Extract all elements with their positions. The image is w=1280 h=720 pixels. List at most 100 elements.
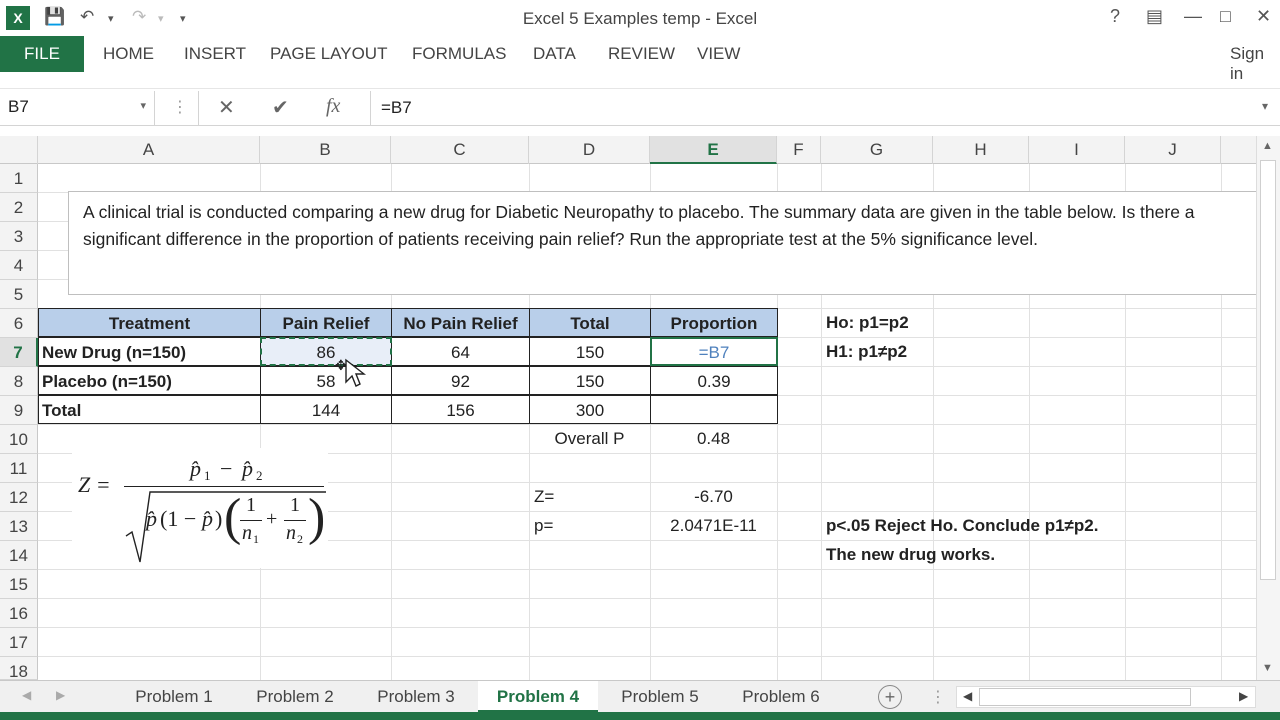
col-header-i[interactable]: I <box>1029 136 1125 164</box>
row-header[interactable]: 4 <box>0 251 38 280</box>
conclusion-line-1[interactable]: p<.05 Reject Ho. Conclude p1≠p2. <box>826 511 1098 540</box>
col-header-g[interactable]: G <box>821 136 933 164</box>
sheet-prev-icon[interactable]: ◀ <box>22 688 31 702</box>
col-header-c[interactable]: C <box>391 136 529 164</box>
insert-function-icon[interactable]: fx <box>326 95 340 118</box>
chevron-down-icon[interactable]: ▾ <box>140 99 146 112</box>
p-value[interactable]: 2.0471E-11 <box>650 511 777 540</box>
expand-formula-icon[interactable]: ▾ <box>1262 99 1268 113</box>
sheet-tab-problem-2[interactable]: Problem 2 <box>236 681 354 713</box>
col-header-e[interactable]: E <box>650 136 777 164</box>
scroll-right-icon[interactable]: ▶ <box>1239 689 1248 703</box>
vertical-scrollbar[interactable]: ▲ ▼ <box>1256 136 1280 680</box>
row-header[interactable]: 7 <box>0 338 38 367</box>
row-header[interactable]: 2 <box>0 193 38 222</box>
table-cell[interactable]: 150 <box>529 337 651 366</box>
col-header-h[interactable]: H <box>933 136 1029 164</box>
row-header[interactable]: 17 <box>0 628 38 657</box>
row-header[interactable]: 6 <box>0 309 38 338</box>
tab-split-handle-icon[interactable]: ⋮ <box>930 687 946 707</box>
z-value[interactable]: -6.70 <box>650 482 777 511</box>
row-header[interactable]: 11 <box>0 454 38 483</box>
sign-in-link[interactable]: Sign in <box>1230 44 1280 84</box>
minimize-icon[interactable]: — <box>1184 6 1202 27</box>
tab-file[interactable]: FILE <box>0 36 84 72</box>
tab-home[interactable]: HOME <box>103 44 154 64</box>
row-header[interactable]: 18 <box>0 657 38 680</box>
problem-text-box[interactable]: A clinical trial is conducted comparing … <box>68 191 1256 295</box>
maximize-icon[interactable]: □ <box>1220 6 1231 27</box>
row-header[interactable]: 14 <box>0 541 38 570</box>
col-header-b[interactable]: B <box>260 136 391 164</box>
tab-page-layout[interactable]: PAGE LAYOUT <box>270 44 387 64</box>
row-header[interactable]: 15 <box>0 570 38 599</box>
table-header-proportion[interactable]: Proportion <box>650 308 778 337</box>
row-header[interactable]: 16 <box>0 599 38 628</box>
sheet-tab-problem-6[interactable]: Problem 6 <box>722 681 840 713</box>
tab-insert[interactable]: INSERT <box>184 44 246 64</box>
col-header-j[interactable]: J <box>1125 136 1221 164</box>
sheet-tab-problem-1[interactable]: Problem 1 <box>115 681 233 713</box>
z-label[interactable]: Z= <box>534 482 650 511</box>
alt-hypothesis[interactable]: H1: p1≠p2 <box>826 337 907 366</box>
ribbon-display-icon[interactable]: ▤ <box>1146 6 1163 27</box>
worksheet-grid[interactable]: A clinical trial is conducted comparing … <box>38 164 1256 680</box>
table-cell[interactable]: Total <box>38 395 261 424</box>
table-cell[interactable]: 156 <box>391 395 530 424</box>
overall-p-label[interactable]: Overall P <box>529 424 650 453</box>
sheet-tab-problem-3[interactable]: Problem 3 <box>357 681 475 713</box>
enter-check-icon[interactable]: ✔ <box>272 95 289 120</box>
null-hypothesis[interactable]: Ho: p1=p2 <box>826 308 909 337</box>
horizontal-scroll-thumb[interactable] <box>979 688 1191 706</box>
scroll-down-icon[interactable]: ▼ <box>1262 662 1273 674</box>
table-header-total[interactable]: Total <box>529 308 651 337</box>
table-cell[interactable]: 150 <box>529 366 651 395</box>
row-header[interactable]: 5 <box>0 280 38 309</box>
select-all-corner[interactable] <box>0 136 38 164</box>
left-paren: ( <box>224 489 242 546</box>
col-header-a[interactable]: A <box>38 136 260 164</box>
table-cell[interactable] <box>650 395 778 424</box>
table-cell[interactable]: 144 <box>260 395 392 424</box>
col-header-d[interactable]: D <box>529 136 650 164</box>
row-header[interactable]: 8 <box>0 367 38 396</box>
table-cell[interactable]: 64 <box>391 337 530 366</box>
sheet-tab-problem-4[interactable]: Problem 4 <box>478 681 598 713</box>
table-cell[interactable]: New Drug (n=150) <box>38 337 261 366</box>
scroll-thumb[interactable] <box>1260 160 1276 580</box>
row-header[interactable]: 9 <box>0 396 38 425</box>
tab-review[interactable]: REVIEW <box>608 44 675 64</box>
row-header[interactable]: 3 <box>0 222 38 251</box>
tab-data[interactable]: DATA <box>533 44 576 64</box>
table-header-treatment[interactable]: Treatment <box>38 308 261 337</box>
row-header[interactable]: 13 <box>0 512 38 541</box>
scroll-left-icon[interactable]: ◀ <box>963 689 972 703</box>
add-sheet-icon[interactable]: + <box>878 685 902 709</box>
sheet-next-icon[interactable]: ▶ <box>56 688 65 702</box>
cancel-icon[interactable]: ✕ <box>218 95 235 120</box>
row-header[interactable]: 12 <box>0 483 38 512</box>
table-cell[interactable]: 0.39 <box>650 366 778 395</box>
table-cell[interactable]: 300 <box>529 395 651 424</box>
table-cell[interactable]: 58 <box>260 366 392 395</box>
table-header-pain-relief[interactable]: Pain Relief <box>260 308 392 337</box>
tab-view[interactable]: VIEW <box>697 44 740 64</box>
sheet-tab-problem-5[interactable]: Problem 5 <box>601 681 719 713</box>
name-box[interactable]: B7 ▾ <box>0 91 155 125</box>
help-button[interactable]: ? <box>1110 6 1120 27</box>
row-header[interactable]: 10 <box>0 425 38 454</box>
formula-input[interactable]: =B7 <box>370 91 1260 125</box>
col-header-f[interactable]: F <box>777 136 821 164</box>
overall-p-value[interactable]: 0.48 <box>650 424 777 453</box>
scroll-up-icon[interactable]: ▲ <box>1262 140 1273 152</box>
z-test-formula-image[interactable]: Z = p̂ 1 − p̂ 2 p̂ (1 − p̂ ) ( 1 n 1 + 1… <box>72 448 328 568</box>
p-label[interactable]: p= <box>534 511 650 540</box>
table-cell[interactable]: Placebo (n=150) <box>38 366 261 395</box>
conclusion-line-2[interactable]: The new drug works. <box>826 540 995 569</box>
row-header[interactable]: 1 <box>0 164 38 193</box>
close-icon[interactable]: ✕ <box>1256 6 1271 27</box>
table-cell[interactable]: 92 <box>391 366 530 395</box>
tab-formulas[interactable]: FORMULAS <box>412 44 506 64</box>
table-header-no-pain-relief[interactable]: No Pain Relief <box>391 308 530 337</box>
horizontal-scrollbar[interactable]: ◀ ▶ <box>956 686 1256 708</box>
